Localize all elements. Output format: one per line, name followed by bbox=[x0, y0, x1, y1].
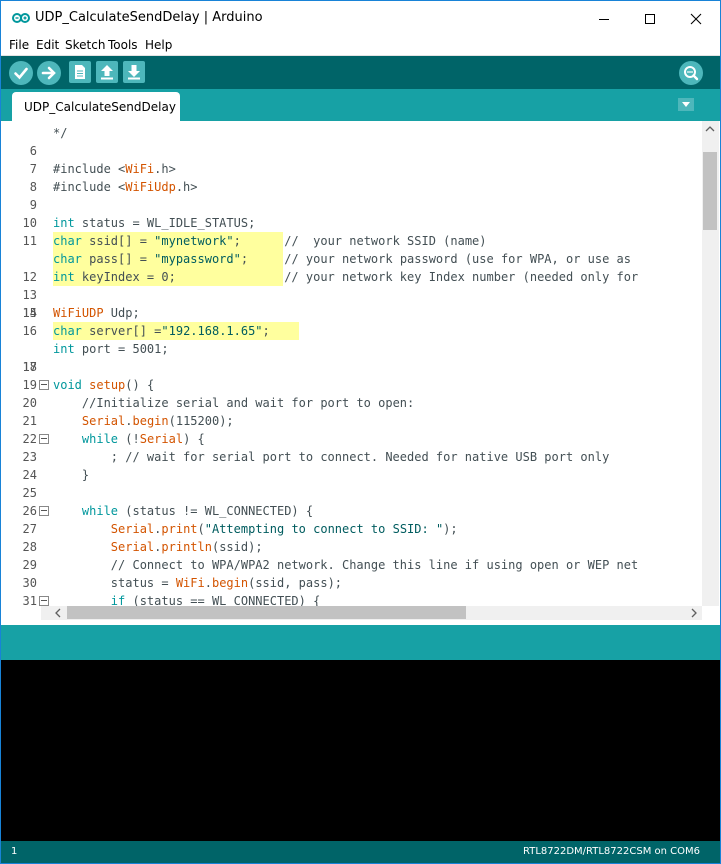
code-text: } bbox=[53, 468, 90, 482]
open-icon bbox=[101, 65, 113, 80]
code-line: 24 ; // wait for serial port to connect.… bbox=[1, 448, 701, 482]
code-text: WiFiUDP Udp; bbox=[53, 306, 140, 320]
close-icon bbox=[690, 13, 702, 25]
message-area bbox=[1, 625, 720, 660]
code-text: */ bbox=[53, 126, 68, 140]
fold-collapse-icon[interactable] bbox=[39, 380, 49, 390]
code-line: 10 bbox=[1, 196, 701, 230]
code-line: 23 while (!Serial) { bbox=[1, 430, 701, 464]
new-icon bbox=[75, 65, 85, 79]
board-port-info: RTL8722DM/RTL8722CSM on COM6 bbox=[522, 846, 700, 857]
menu-bar: File Edit Sketch Tools Help bbox=[1, 35, 720, 56]
serial-monitor-button[interactable] bbox=[679, 61, 703, 85]
code-line: 29 Serial.println(ssid); bbox=[1, 538, 701, 572]
code-text: int status = WL_IDLE_STATUS; bbox=[53, 216, 256, 230]
code-line: 16 WiFiUDP Udp; bbox=[1, 304, 701, 338]
code-text: Serial.print("Attempting to connect to S… bbox=[110, 522, 458, 536]
code-line: 28 Serial.print("Attempting to connect t… bbox=[1, 520, 701, 554]
code-line: 18 int port = 5001; bbox=[1, 340, 701, 374]
code-line: 26 bbox=[1, 484, 701, 518]
close-button[interactable] bbox=[673, 1, 719, 35]
scroll-right-icon[interactable] bbox=[689, 607, 699, 619]
menu-sketch[interactable]: Sketch bbox=[65, 38, 105, 52]
vertical-scroll-thumb[interactable] bbox=[703, 152, 717, 230]
code-text: int port = 5001; bbox=[53, 342, 169, 356]
minimize-icon bbox=[599, 19, 609, 20]
code-text: if (status == WL_CONNECTED) { bbox=[110, 594, 321, 606]
code-text: Serial.begin(115200); bbox=[81, 414, 234, 428]
menu-edit[interactable]: Edit bbox=[36, 38, 59, 52]
menu-tools[interactable]: Tools bbox=[108, 38, 138, 52]
minimize-button[interactable] bbox=[581, 1, 627, 35]
code-line-highlighted: 12 char ssid[] = "mynetwork"; // your ne… bbox=[1, 232, 701, 284]
toolbar bbox=[1, 56, 720, 89]
tab-menu-button[interactable] bbox=[678, 98, 694, 111]
tab-bar: UDP_CalculateSendDelay bbox=[1, 89, 720, 121]
code-text: void setup() { bbox=[53, 378, 155, 392]
tab-udp-calculatesenddelay[interactable]: UDP_CalculateSendDelay bbox=[12, 92, 180, 121]
new-sketch-button[interactable] bbox=[69, 61, 91, 83]
scroll-left-icon[interactable] bbox=[53, 607, 63, 619]
code-editor[interactable]: 6 */ 7 8 #include <WiFi.h> 9 #include <W… bbox=[1, 121, 720, 606]
code-line: 9 #include <WiFiUdp.h> bbox=[1, 178, 701, 212]
save-sketch-button[interactable] bbox=[123, 61, 145, 83]
serial-monitor-icon bbox=[684, 66, 699, 81]
open-sketch-button[interactable] bbox=[96, 61, 118, 83]
title-bar: UDP_CalculateSendDelay | Arduino bbox=[1, 1, 720, 35]
code-line: 20 void setup() { bbox=[1, 376, 701, 410]
scroll-up-icon[interactable] bbox=[704, 124, 716, 134]
console-output[interactable] bbox=[1, 660, 720, 841]
maximize-button[interactable] bbox=[627, 1, 673, 35]
code-line: 22 Serial.begin(115200); bbox=[1, 412, 701, 446]
arduino-infinity-icon bbox=[12, 13, 30, 23]
code-line: 25 } bbox=[1, 466, 701, 500]
code-line: 19 bbox=[1, 358, 701, 392]
code-text: char server[] ="192.168.1.65"; bbox=[53, 324, 270, 338]
code-text: Serial.println(ssid); bbox=[110, 540, 263, 554]
verify-button[interactable] bbox=[9, 61, 33, 85]
code-line: 31 status = WiFi.begin(ssid, pass); bbox=[1, 574, 701, 606]
fold-collapse-icon[interactable] bbox=[39, 434, 49, 444]
code-line: 27 while (status != WL_CONNECTED) { bbox=[1, 502, 701, 536]
code-line: 15 bbox=[1, 286, 701, 320]
arduino-ide-window: UDP_CalculateSendDelay | Arduino File Ed… bbox=[0, 0, 721, 864]
horizontal-scroll-thumb[interactable] bbox=[67, 606, 466, 619]
code-text: while (!Serial) { bbox=[81, 432, 205, 446]
menu-help[interactable]: Help bbox=[145, 38, 172, 52]
code-text: #include <WiFiUdp.h> bbox=[53, 180, 198, 194]
code-text: ; // wait for serial port to connect. Ne… bbox=[53, 450, 610, 464]
save-icon bbox=[128, 65, 140, 80]
code-line-highlighted: 17 char server[] ="192.168.1.65"; bbox=[1, 322, 701, 374]
code-text: while (status != WL_CONNECTED) { bbox=[81, 504, 314, 518]
code-text: //Initialize serial and wait for port to… bbox=[81, 396, 415, 410]
verify-icon bbox=[14, 67, 28, 80]
code-text: int keyIndex = 0; // your network key In… bbox=[53, 270, 639, 284]
menu-file[interactable]: File bbox=[9, 38, 29, 52]
code-line: 11 int status = WL_IDLE_STATUS; bbox=[1, 214, 701, 248]
tab-menu-down-icon bbox=[682, 102, 690, 107]
fold-collapse-icon[interactable] bbox=[39, 506, 49, 516]
code-line-highlighted: 13 char pass[] = "mypassword"; // your n… bbox=[1, 250, 701, 302]
code-text: #include <WiFi.h> bbox=[53, 162, 176, 176]
upload-button[interactable] bbox=[37, 61, 61, 85]
code-line: 21 //Initialize serial and wait for port… bbox=[1, 394, 701, 428]
code-line: 32 if (status == WL_CONNECTED) { bbox=[1, 592, 701, 606]
code-line: 7 bbox=[1, 142, 701, 176]
tab-label: UDP_CalculateSendDelay bbox=[24, 100, 176, 114]
code-text: char ssid[] = "mynetwork"; // your netwo… bbox=[53, 234, 487, 248]
code-line: 30 // Connect to WPA/WPA2 network. Chang… bbox=[1, 556, 701, 590]
code-line: 8 #include <WiFi.h> bbox=[1, 160, 701, 194]
window-title: UDP_CalculateSendDelay | Arduino bbox=[35, 10, 263, 25]
code-text: // Connect to WPA/WPA2 network. Change t… bbox=[110, 558, 639, 572]
cursor-line-number: 1 bbox=[11, 846, 18, 857]
code-text: char pass[] = "mypassword"; // your netw… bbox=[53, 252, 631, 266]
code-line: 6 */ bbox=[1, 124, 701, 158]
code-line-highlighted: 14 int keyIndex = 0; // your network key… bbox=[1, 268, 701, 320]
maximize-icon bbox=[645, 14, 655, 24]
fold-collapse-icon[interactable] bbox=[39, 596, 49, 606]
upload-icon bbox=[41, 66, 56, 80]
code-text: status = WiFi.begin(ssid, pass); bbox=[53, 576, 343, 590]
status-bar: 1 RTL8722DM/RTL8722CSM on COM6 bbox=[1, 841, 720, 863]
